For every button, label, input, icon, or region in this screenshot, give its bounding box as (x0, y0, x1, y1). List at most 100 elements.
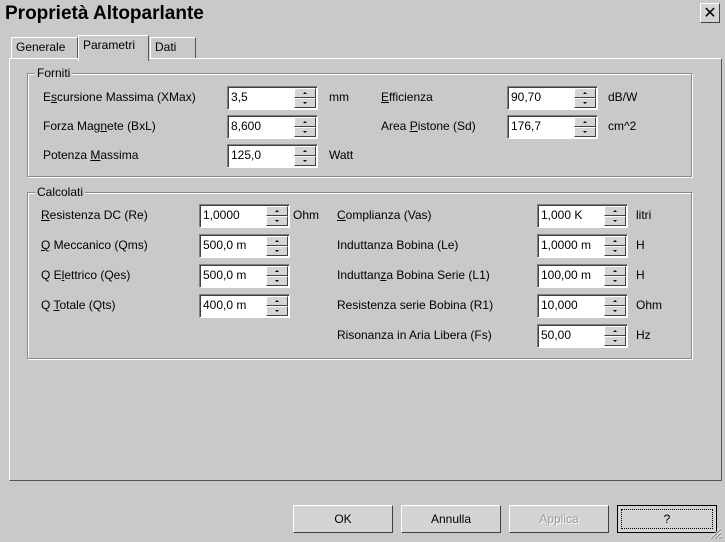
focus-rect (621, 509, 713, 529)
value-text[interactable]: 400,0 m (203, 298, 246, 312)
spin-buttons[interactable] (604, 326, 626, 346)
spin-buttons[interactable] (266, 236, 288, 256)
tab-dati[interactable]: Dati (150, 37, 196, 59)
value-spinbox[interactable]: 1,0000 (199, 204, 290, 228)
spin-up-icon[interactable] (266, 296, 288, 306)
value-spinbox[interactable]: 1,000 K (537, 204, 628, 228)
value-text[interactable]: 100,00 m (541, 268, 591, 282)
value-spinbox[interactable]: 3,5 (227, 86, 318, 110)
value-spinbox[interactable]: 90,70 (507, 86, 598, 110)
spin-up-icon[interactable] (266, 236, 288, 246)
close-button[interactable]: ✕ (700, 3, 720, 23)
spin-buttons[interactable] (604, 266, 626, 286)
spin-down-icon[interactable] (266, 216, 288, 226)
spin-up-icon[interactable] (294, 88, 316, 98)
spin-down-icon[interactable] (294, 127, 316, 137)
field-label: Complianza (Vas) (337, 208, 431, 222)
spin-up-icon[interactable] (574, 88, 596, 98)
value-spinbox[interactable]: 500,0 m (199, 264, 290, 288)
value-text[interactable]: 90,70 (511, 90, 541, 104)
value-spinbox[interactable]: 500,0 m (199, 234, 290, 258)
tab-generale[interactable]: Generale (11, 37, 78, 59)
spin-up-icon[interactable] (266, 206, 288, 216)
value-spinbox[interactable]: 176,7 (507, 115, 598, 139)
spin-buttons[interactable] (604, 236, 626, 256)
spin-buttons[interactable] (294, 88, 316, 108)
value-text[interactable]: 50,00 (541, 328, 571, 342)
spin-buttons[interactable] (294, 117, 316, 137)
field-label: Resistenza serie Bobina (R1) (337, 298, 493, 312)
field-label: Risonanza in Aria Libera (Fs) (337, 328, 492, 342)
value-text[interactable]: 500,0 m (203, 268, 246, 282)
value-spinbox[interactable]: 50,00 (537, 324, 628, 348)
value-text[interactable]: 176,7 (511, 119, 541, 133)
label-text: Induttan (337, 268, 381, 282)
value-text[interactable]: 8,600 (231, 119, 261, 133)
spin-up-icon[interactable] (574, 117, 596, 127)
spin-buttons[interactable] (266, 296, 288, 316)
spin-buttons[interactable] (604, 296, 626, 316)
value-text[interactable]: 3,5 (231, 90, 248, 104)
spin-buttons[interactable] (266, 206, 288, 226)
spin-buttons[interactable] (266, 266, 288, 286)
field-label: Escursione Massima (XMax) (43, 90, 196, 104)
value-text[interactable]: 1,000 K (541, 208, 582, 222)
spin-buttons[interactable] (604, 206, 626, 226)
tab-label: Generale (16, 40, 66, 54)
value-text[interactable]: 1,0000 (203, 208, 240, 222)
value-spinbox[interactable]: 125,0 (227, 144, 318, 168)
spin-down-icon[interactable] (574, 127, 596, 137)
value-spinbox[interactable]: 400,0 m (199, 294, 290, 318)
spin-down-icon[interactable] (294, 156, 316, 166)
spin-buttons[interactable] (574, 88, 596, 108)
label-text: omplianza (Vas) (345, 208, 432, 222)
label-text: Risonanza in Aria Libera (Fs) (337, 328, 492, 342)
tab-parametri[interactable]: Parametri (78, 35, 149, 61)
label-text: istone (Sd) (417, 119, 476, 133)
value-spinbox[interactable]: 100,00 m (537, 264, 628, 288)
help-button[interactable]: ? (617, 505, 717, 533)
spin-up-icon[interactable] (266, 266, 288, 276)
value-text[interactable]: 10,000 (541, 298, 578, 312)
resize-grip-icon[interactable] (708, 526, 722, 540)
spin-down-icon[interactable] (266, 306, 288, 316)
unit-label: Ohm (636, 298, 663, 312)
spin-down-icon[interactable] (604, 306, 626, 316)
apply-button[interactable]: Applica (509, 505, 609, 533)
unit-label: cm^2 (608, 119, 637, 133)
value-spinbox[interactable]: 10,000 (537, 294, 628, 318)
spin-up-icon[interactable] (604, 236, 626, 246)
label-text: fficienza (389, 90, 433, 104)
spin-up-icon[interactable] (294, 146, 316, 156)
unit-label: Watt (329, 148, 354, 162)
value-text[interactable]: 1,0000 m (541, 238, 591, 252)
spin-down-icon[interactable] (604, 336, 626, 346)
spin-down-icon[interactable] (266, 276, 288, 286)
spin-down-icon[interactable] (604, 246, 626, 256)
spin-down-icon[interactable] (604, 216, 626, 226)
spin-up-icon[interactable] (604, 326, 626, 336)
value-text[interactable]: 125,0 (231, 148, 261, 162)
spin-up-icon[interactable] (604, 206, 626, 216)
value-text[interactable]: 500,0 m (203, 238, 246, 252)
spin-buttons[interactable] (574, 117, 596, 137)
spin-buttons[interactable] (294, 146, 316, 166)
spin-down-icon[interactable] (294, 98, 316, 108)
spin-down-icon[interactable] (604, 276, 626, 286)
cancel-button[interactable]: Annulla (401, 505, 501, 533)
value-spinbox[interactable]: 8,600 (227, 115, 318, 139)
label-mnemonic: C (337, 208, 346, 222)
spin-up-icon[interactable] (604, 296, 626, 306)
label-mnemonic: R (41, 208, 50, 222)
spin-up-icon[interactable] (604, 266, 626, 276)
field-label: Q Meccanico (Qms) (41, 238, 148, 252)
value-spinbox[interactable]: 1,0000 m (537, 234, 628, 258)
unit-label: H (636, 238, 645, 252)
ok-button[interactable]: OK (293, 505, 393, 533)
label-text: Forza Mag (43, 119, 101, 133)
label-text: Resistenza serie Bobina (R1) (337, 298, 494, 312)
tab-label: Parametri (83, 38, 136, 52)
spin-down-icon[interactable] (574, 98, 596, 108)
spin-up-icon[interactable] (294, 117, 316, 127)
spin-down-icon[interactable] (266, 246, 288, 256)
